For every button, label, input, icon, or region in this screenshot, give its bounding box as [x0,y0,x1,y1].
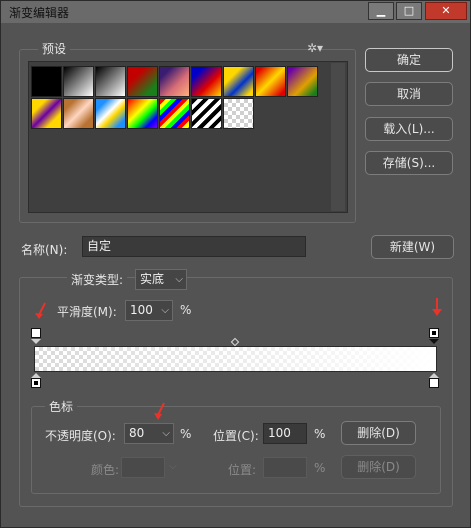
preset-swatch[interactable] [31,66,62,97]
minimize-button[interactable]: ▁ [368,2,394,20]
color-position-input [263,457,307,478]
load-button[interactable]: 载入(L)... [365,117,453,141]
preset-swatch[interactable] [63,98,94,129]
opacity-select[interactable]: 80 ⌵ [124,423,174,444]
color-stop-left[interactable] [31,378,41,388]
preset-swatch-area [28,61,348,213]
smoothness-unit: % [180,303,192,317]
presets-gear-icon[interactable]: ✲▾ [307,41,323,55]
preset-swatch[interactable] [191,66,222,97]
opacity-stop-right[interactable] [429,328,439,338]
chevron-down-icon: ⌵ [161,305,169,316]
preset-swatch[interactable] [159,98,190,129]
cancel-button[interactable]: 取消 [365,82,453,106]
gradient-type-value: 实底 [140,272,165,286]
preset-swatch[interactable] [287,66,318,97]
chevron-down-icon: ⌵ [162,428,170,439]
preset-swatch[interactable] [255,66,286,97]
color-position-label: 位置: [228,463,257,477]
opacity-value: 80 [129,426,145,440]
gradient-type-label: 渐变类型: [67,271,128,288]
opacity-stop-right-pointer [429,339,439,344]
smoothness-value: 100 [130,303,153,317]
title-bar: 渐变编辑器 ▁ □ ✕ [1,1,470,23]
annotation-arrow-icon [35,302,46,319]
preset-swatch[interactable] [127,66,158,97]
opacity-position-unit: % [314,427,326,441]
gradient-preview-bar[interactable] [34,346,437,372]
color-stop-right[interactable] [429,378,439,388]
color-swatch-box [121,457,165,478]
preset-swatch[interactable] [223,98,254,129]
opacity-stop-left[interactable] [31,328,41,338]
opacity-label: 不透明度(O): [45,429,116,443]
color-position-unit: % [314,461,326,475]
opacity-position-input[interactable]: 100 [263,423,307,444]
opacity-stop-left-pointer [31,339,41,344]
preset-swatch[interactable] [159,66,190,97]
maximize-button[interactable]: □ [396,2,422,20]
color-label: 颜色: [91,463,120,477]
gradient-type-select[interactable]: 实底 ⌵ [135,269,187,290]
presets-legend: 预设 [38,40,71,57]
color-stops-group [31,406,441,494]
ok-button[interactable]: 确定 [365,48,453,72]
preset-swatch[interactable] [31,98,62,129]
annotation-arrow-icon [154,402,165,420]
save-button[interactable]: 存储(S)... [365,151,453,175]
name-label: 名称(N): [21,243,68,257]
preset-swatch[interactable] [95,98,126,129]
preset-swatch[interactable] [127,98,158,129]
smoothness-label: 平滑度(M): [57,305,117,319]
opacity-position-label: 位置(C): [213,429,259,443]
smoothness-select[interactable]: 100 ⌵ [125,300,173,321]
new-button[interactable]: 新建(W) [371,235,454,259]
color-stops-legend: 色标 [45,398,78,415]
annotation-arrow-icon [432,298,442,316]
preset-swatch[interactable] [223,66,254,97]
name-input[interactable]: 自定 [82,236,306,257]
chevron-down-icon: ⌵ [175,274,183,285]
preset-swatch[interactable] [191,98,222,129]
gradient-editor-window: 渐变编辑器 ▁ □ ✕ 预设 ✲▾ 确定 取消 载入(L)... 存储(S)..… [0,0,471,528]
preset-swatch[interactable] [95,66,126,97]
window-title: 渐变编辑器 [9,6,70,20]
delete-opacity-stop-button[interactable]: 删除(D) [341,421,416,445]
close-button[interactable]: ✕ [425,2,467,20]
preset-swatch[interactable] [63,66,94,97]
delete-color-stop-button: 删除(D) [341,455,416,479]
opacity-unit: % [180,427,192,441]
presets-scrollbar[interactable] [331,63,345,211]
